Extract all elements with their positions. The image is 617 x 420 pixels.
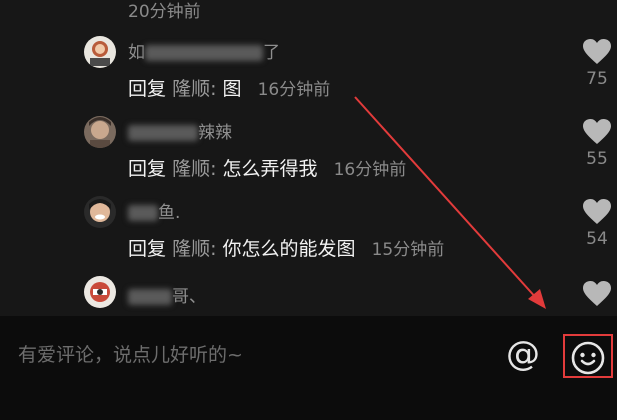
like-count: 54 [586, 229, 608, 249]
comment-username[interactable]: 哥、 [128, 282, 206, 307]
blurred-username [128, 289, 172, 305]
comment-username[interactable]: 如了 [128, 38, 280, 63]
comment-input[interactable]: 有爱评论，说点儿好听的~ [18, 340, 243, 367]
like-button[interactable]: 54 [580, 198, 614, 249]
avatar[interactable] [84, 116, 116, 148]
comment-username[interactable]: 辣辣 [128, 118, 232, 143]
like-button[interactable]: 55 [580, 118, 614, 169]
like-count: 55 [586, 149, 608, 169]
blurred-username [145, 45, 263, 61]
heart-icon [583, 39, 611, 64]
avatar[interactable] [84, 196, 116, 228]
reply-content: 回复 隆顺: 你怎么的能发图 15分钟前 [128, 238, 445, 260]
like-button[interactable] [580, 280, 614, 307]
heart-icon [583, 281, 611, 306]
heart-icon [583, 119, 611, 144]
reply-content: 回复 隆顺: 图 16分钟前 [128, 78, 331, 100]
avatar[interactable] [84, 36, 116, 68]
comment-item[interactable]: 辣辣 回复 隆顺: 怎么弄得我 16分钟前 55 [0, 114, 617, 194]
comment-screen: 20分钟前 如了 回复 隆顺: 图 16分钟前 75 辣辣 回复 隆顺: 怎么弄… [0, 0, 617, 420]
at-mention-button[interactable]: @ [505, 336, 541, 372]
emoji-icon [571, 341, 605, 375]
like-count: 75 [586, 69, 608, 89]
comment-input-bar: 有爱评论，说点儿好听的~ @ [0, 316, 617, 420]
like-button[interactable]: 75 [580, 38, 614, 89]
blurred-username [128, 125, 198, 141]
comment-item[interactable]: 如了 回复 隆顺: 图 16分钟前 75 [0, 34, 617, 114]
previous-comment-timestamp: 20分钟前 [128, 2, 201, 22]
emoji-button[interactable] [563, 334, 613, 378]
avatar[interactable] [84, 276, 116, 308]
comment-item[interactable]: 鱼. 回复 隆顺: 你怎么的能发图 15分钟前 54 [0, 194, 617, 274]
comment-username[interactable]: 鱼. [128, 198, 180, 223]
heart-icon [583, 199, 611, 224]
blurred-username [128, 205, 158, 221]
reply-content: 回复 隆顺: 怎么弄得我 16分钟前 [128, 158, 407, 180]
